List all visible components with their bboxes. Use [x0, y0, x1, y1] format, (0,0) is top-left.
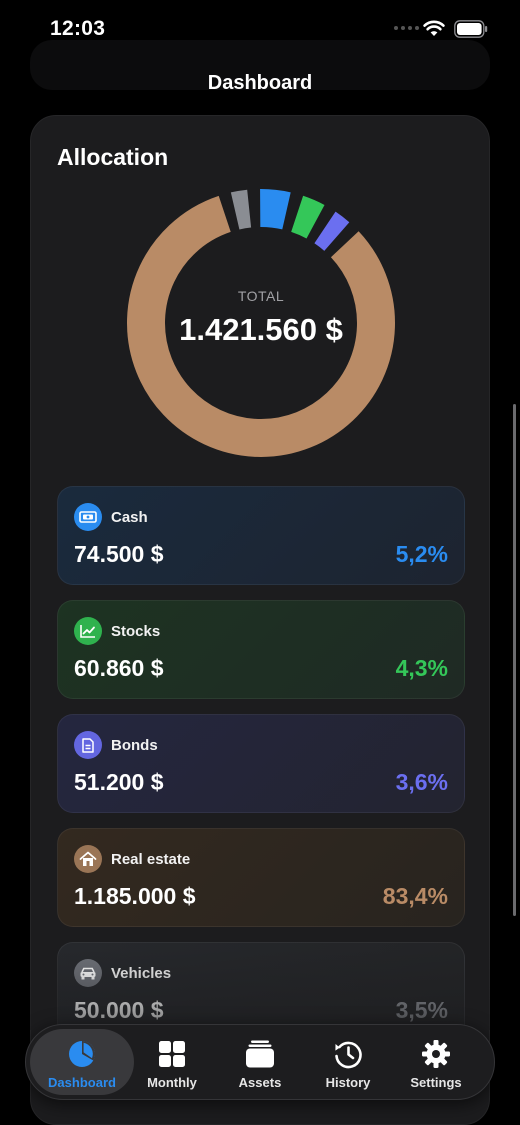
asset-percent: 3,6%	[395, 769, 448, 795]
banknote-icon	[74, 503, 102, 531]
tab-history[interactable]: History	[304, 1029, 392, 1095]
tab-label: Monthly	[147, 1075, 197, 1090]
dashboard-screen: 12:03 Dashboard Allocation TOTAL 1.421.5…	[0, 0, 520, 1125]
grid-icon	[159, 1041, 185, 1067]
tab-label: Assets	[238, 1075, 282, 1090]
asset-card-real-estate[interactable]: Real estate 1.185.000 $ 83,4%	[57, 828, 465, 927]
document-icon	[74, 731, 102, 759]
tab-label: History	[325, 1075, 371, 1090]
asset-name: Stocks	[111, 623, 161, 640]
house-icon	[74, 845, 102, 873]
tab-assets[interactable]: Assets	[216, 1029, 304, 1095]
asset-name: Cash	[111, 509, 148, 526]
gear-icon	[422, 1040, 450, 1068]
car-icon	[74, 959, 102, 987]
tab-label: Settings	[410, 1075, 462, 1090]
asset-card-stocks[interactable]: Stocks 60.860 $ 4,3%	[57, 600, 465, 699]
asset-value: 1.185.000 $	[74, 883, 196, 909]
allocation-card: Allocation TOTAL 1.421.560 $ Cash 74.500…	[30, 115, 490, 1125]
allocation-title: Allocation	[57, 144, 169, 170]
pie-chart-icon	[69, 1040, 96, 1067]
chart-line-icon	[74, 617, 102, 645]
asset-percent: 4,3%	[395, 655, 448, 681]
asset-name: Vehicles	[111, 965, 172, 982]
total-value: 1.421.560 $	[179, 312, 343, 347]
asset-percent: 5,2%	[395, 541, 448, 567]
tab-monthly[interactable]: Monthly	[128, 1029, 216, 1095]
battery-icon	[454, 20, 488, 38]
history-icon	[335, 1041, 362, 1069]
asset-value: 74.500 $	[74, 541, 164, 567]
tab-settings[interactable]: Settings	[392, 1029, 480, 1095]
tab-bar: Dashboard Monthly Assets History Setting…	[25, 1024, 495, 1100]
status-time: 12:03	[50, 17, 106, 40]
asset-value: 50.000 $	[74, 997, 164, 1023]
wifi-icon	[423, 20, 445, 36]
stack-icon	[246, 1040, 274, 1068]
asset-value: 60.860 $	[74, 655, 164, 681]
tab-label: Dashboard	[48, 1075, 116, 1090]
page-title: Dashboard	[207, 72, 313, 94]
donut-center: TOTAL 1.421.560 $	[126, 288, 396, 348]
asset-value: 51.200 $	[74, 769, 164, 795]
scroll-indicator[interactable]	[513, 404, 516, 916]
asset-percent: 83,4%	[382, 883, 448, 909]
asset-name: Bonds	[111, 737, 158, 754]
tab-dashboard[interactable]: Dashboard	[30, 1029, 134, 1095]
total-label: TOTAL	[237, 288, 285, 304]
asset-card-cash[interactable]: Cash 74.500 $ 5,2%	[57, 486, 465, 585]
asset-name: Real estate	[111, 851, 191, 868]
signal-dots-icon	[394, 26, 419, 30]
asset-card-bonds[interactable]: Bonds 51.200 $ 3,6%	[57, 714, 465, 813]
asset-percent: 3,5%	[395, 997, 448, 1023]
